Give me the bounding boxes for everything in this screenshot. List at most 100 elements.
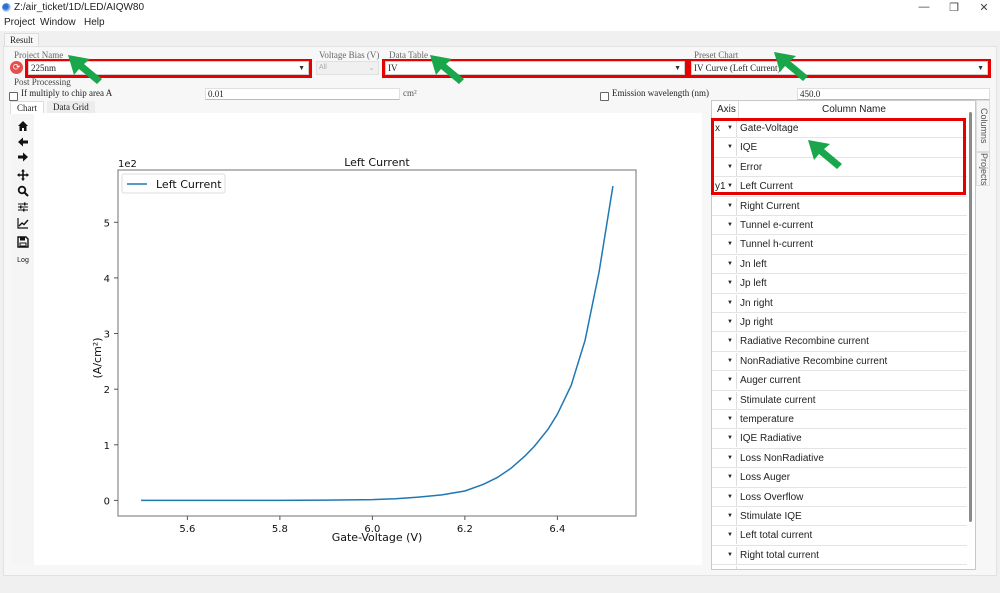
voltage-bias-label: Voltage Bias (V) [319, 50, 380, 60]
y-tick-label: 4 [104, 274, 110, 285]
project-name-value: 225nm [31, 63, 57, 73]
column-name: Auger current [740, 375, 801, 387]
axis-select[interactable]: ▼ [713, 294, 737, 312]
chevron-down-icon: ▼ [727, 493, 733, 500]
chevron-down-icon: ▼ [727, 377, 733, 384]
column-row[interactable]: ▼ IQE Radiative [712, 429, 967, 449]
axis-select[interactable]: ▼ [713, 197, 737, 215]
chevron-down-icon: ▼ [727, 319, 733, 325]
save-icon[interactable] [14, 236, 32, 250]
column-row[interactable]: ▼ Jp left [712, 274, 967, 294]
column-row[interactable]: ▼ Loss NonRadiative [712, 449, 967, 469]
data-table-select[interactable]: IV ▼ [385, 61, 685, 75]
x-tick-label: 5.6 [179, 524, 195, 535]
chevron-down-icon: ▼ [727, 551, 733, 558]
chevron-down-icon: ▼ [298, 64, 305, 72]
column-row[interactable]: ▼ temperature [712, 410, 967, 430]
column-row[interactable]: ▼ Loss Overflow [712, 488, 967, 507]
side-tab-columns[interactable]: Columns [976, 100, 990, 152]
edit-axis-icon[interactable] [14, 217, 32, 231]
x-tick-label: 6.4 [549, 524, 565, 535]
chevron-down-icon: ▼ [727, 532, 733, 539]
menu-window[interactable]: Window [40, 17, 76, 28]
column-name: IQE Radiative [740, 433, 802, 445]
project-name-select[interactable]: 225nm ▼ [28, 61, 309, 75]
column-row[interactable]: ▼ Stimulate IQE [712, 507, 967, 527]
column-name: Tunnel h-current [740, 239, 813, 251]
axis-select[interactable]: ▼ [713, 217, 737, 234]
column-row[interactable]: ▼ Right Current [712, 197, 967, 216]
side-tab-projects[interactable]: Projects [976, 152, 990, 186]
menu-help[interactable]: Help [84, 17, 105, 28]
y-tick-label: 1 [104, 441, 110, 452]
axis-select[interactable]: ▼ [713, 314, 737, 331]
column-row[interactable]: ▼ Jn left [712, 255, 967, 275]
axis-select[interactable]: ▼ [713, 275, 737, 293]
axis-select[interactable]: ▼ [713, 566, 737, 569]
pan-icon[interactable] [14, 169, 32, 183]
log-toggle[interactable]: Log [14, 254, 32, 268]
axis-select[interactable]: ▼ [713, 333, 737, 351]
legend-label: Left Current [156, 178, 222, 191]
axis-select[interactable]: ▼ [713, 411, 737, 428]
restore-button[interactable]: ❐ [944, 1, 964, 14]
column-row[interactable]: ▼ Stimulate spectrum [712, 565, 967, 569]
forward-icon[interactable] [14, 151, 32, 165]
axis-select[interactable]: ▼ [713, 527, 737, 545]
legend: Left Current [121, 173, 226, 194]
column-name-header: Column Name [822, 104, 886, 115]
column-name: temperature [740, 414, 794, 425]
axis-select[interactable]: ▼ [713, 372, 737, 390]
configure-subplots-icon[interactable] [14, 201, 32, 215]
minimize-button[interactable]: — [914, 1, 934, 13]
column-row[interactable]: ▼ Jp right [712, 313, 967, 333]
close-button[interactable]: ✕ [974, 1, 994, 14]
chip-area-input[interactable]: 0.01 [205, 88, 400, 100]
column-row[interactable]: ▼ Jn right [712, 294, 967, 313]
axis-select[interactable]: ▼ [713, 508, 737, 525]
voltage-bias-value: All [319, 64, 327, 71]
axis-select[interactable]: ▼ [713, 488, 737, 506]
chip-area-unit: cm² [403, 88, 417, 98]
axis-select[interactable]: ▼ [713, 469, 737, 487]
axis-select[interactable]: ▼ [713, 449, 737, 467]
menu-project[interactable]: Project [4, 17, 35, 28]
preset-chart-select[interactable]: IV Curve (Left Current) ▼ [691, 61, 988, 75]
column-row[interactable]: ▼ Left total current [712, 526, 967, 546]
tab-result[interactable]: Result [4, 33, 39, 47]
columns-scrollbar[interactable] [967, 112, 974, 567]
emission-input[interactable]: 450.0 [797, 88, 990, 100]
column-row[interactable]: ▼ Tunnel e-current [712, 216, 967, 236]
axis-select[interactable]: ▼ [713, 352, 737, 370]
axis-select[interactable]: ▼ [713, 430, 737, 448]
chevron-down-icon: ▼ [727, 280, 733, 287]
axis-select[interactable]: ▼ [713, 255, 737, 273]
column-row[interactable]: ▼ Radiative Recombine current [712, 332, 967, 352]
plot-frame [117, 169, 637, 517]
chevron-down-icon: ▼ [977, 64, 984, 72]
chevron-down-icon: ▼ [727, 416, 733, 422]
chevron-down-icon: ▼ [727, 202, 733, 209]
x-tick-label: 6.2 [457, 524, 473, 535]
zoom-icon[interactable] [14, 185, 32, 199]
axis-select[interactable]: ▼ [713, 546, 737, 564]
axis-select[interactable]: ▼ [713, 236, 737, 254]
column-name: Right total current [740, 549, 819, 561]
back-icon[interactable] [14, 136, 32, 150]
home-icon[interactable] [14, 120, 32, 134]
columns-highlight [711, 118, 966, 195]
emission-checkbox[interactable] [600, 88, 609, 106]
column-row[interactable]: ▼ Loss Auger [712, 468, 967, 488]
chevron-down-icon: ▼ [727, 566, 733, 569]
column-name: Right Current [740, 200, 800, 212]
chart-area: 5.6 5.8 6.0 6.2 6.4 0 1 2 3 4 5 Left Current 1e2 G… [34, 113, 702, 565]
column-row[interactable]: ▼ NonRadiative Recombine current [712, 352, 967, 372]
chevron-down-icon: ▼ [727, 222, 733, 228]
column-row[interactable]: ▼ Tunnel h-current [712, 235, 967, 255]
column-row[interactable]: ▼ Right total current [712, 546, 967, 566]
column-row[interactable]: ▼ Stimulate current [712, 391, 967, 410]
column-row[interactable]: ▼ Auger current [712, 371, 967, 391]
axis-select[interactable]: ▼ [713, 391, 737, 409]
column-name: NonRadiative Recombine current [740, 355, 888, 367]
refresh-icon[interactable]: ⟳ [10, 61, 23, 74]
